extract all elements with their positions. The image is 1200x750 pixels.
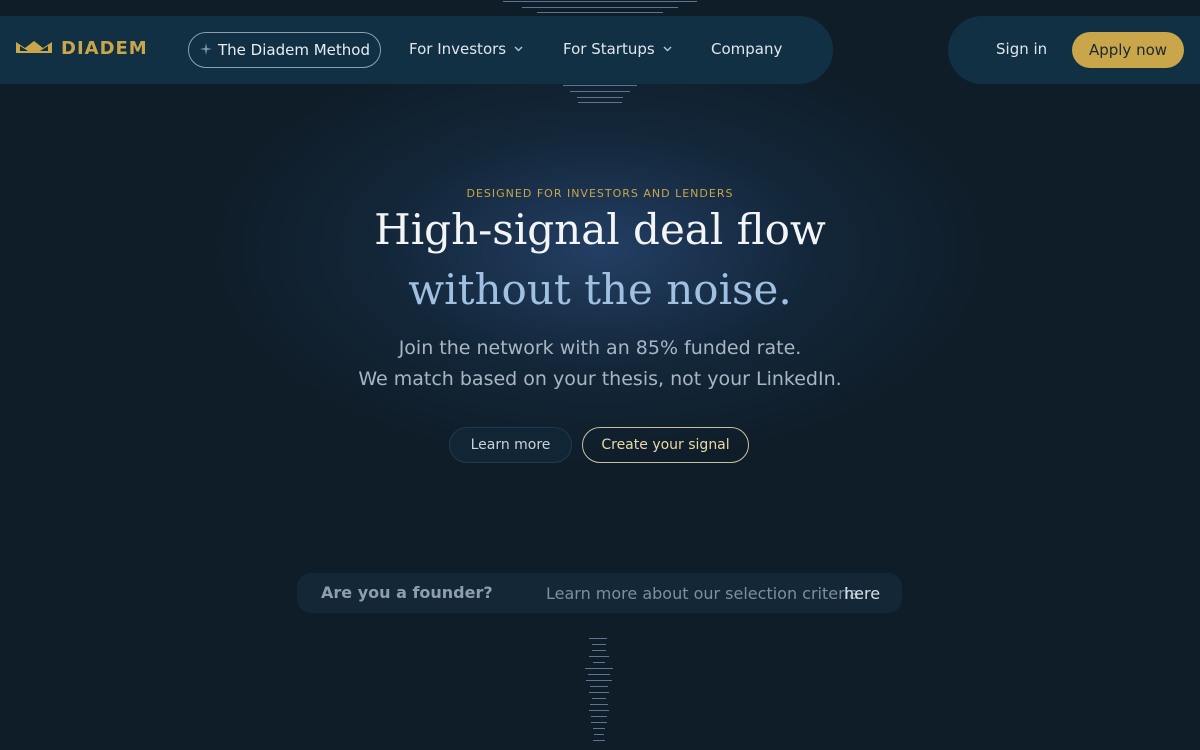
bottom-signal-lines bbox=[0, 636, 1200, 746]
nav-for-startups-label: For Startups bbox=[563, 40, 655, 58]
founder-question: Are you a founder? bbox=[321, 583, 493, 602]
nav-for-investors-label: For Investors bbox=[409, 40, 507, 58]
brand-name: DIADEM bbox=[61, 38, 148, 59]
diadem-method-link[interactable]: The Diadem Method bbox=[188, 32, 381, 68]
nav-company[interactable]: Company bbox=[711, 40, 782, 58]
founder-text: Learn more about our selection criteria bbox=[546, 584, 859, 603]
sparkle-icon bbox=[200, 41, 212, 59]
nav-for-investors[interactable]: For Investors bbox=[409, 40, 523, 58]
learn-more-button[interactable]: Learn more bbox=[449, 427, 572, 463]
nav-signal-lines bbox=[0, 84, 1200, 104]
chevron-down-icon bbox=[514, 44, 523, 55]
create-signal-button[interactable]: Create your signal bbox=[582, 427, 749, 463]
hero-title-line2: without the noise. bbox=[408, 265, 792, 314]
nav-for-startups[interactable]: For Startups bbox=[563, 40, 672, 58]
brand-logo[interactable]: DIADEM bbox=[15, 38, 148, 59]
hero-subtitle-line2: We match based on your thesis, not your … bbox=[358, 368, 842, 390]
apply-now-button[interactable]: Apply now bbox=[1072, 32, 1184, 68]
diadem-method-label: The Diadem Method bbox=[218, 41, 370, 59]
hero-title-line1: High-signal deal flow bbox=[374, 205, 826, 254]
hero-eyebrow: DESIGNED FOR INVESTORS AND LENDERS bbox=[466, 187, 734, 200]
nav-company-label: Company bbox=[711, 40, 783, 58]
crown-icon bbox=[15, 39, 53, 58]
hero-subtitle-line1: Join the network with an 85% funded rate… bbox=[398, 337, 802, 359]
chevron-down-icon bbox=[663, 44, 672, 55]
sign-in-link[interactable]: Sign in bbox=[996, 40, 1047, 58]
selection-criteria-link[interactable]: here bbox=[844, 584, 880, 603]
